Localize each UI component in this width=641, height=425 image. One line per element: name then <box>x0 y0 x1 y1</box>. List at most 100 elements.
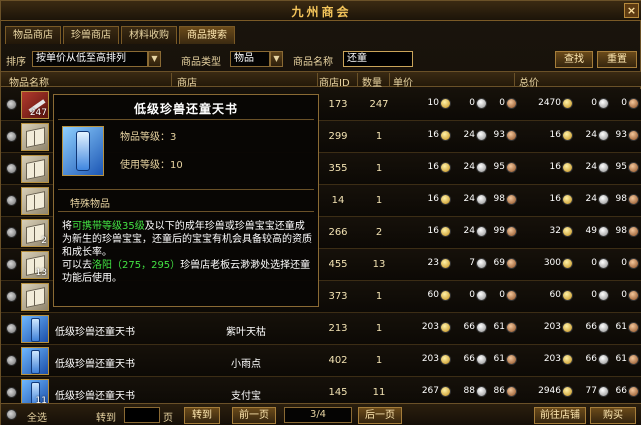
title-bar[interactable]: 九州商会 × <box>1 1 641 21</box>
shop-id: 14 <box>331 195 345 206</box>
price-value: 98 <box>615 194 627 204</box>
next-page-button[interactable]: 后一页 <box>358 407 402 424</box>
total-price: 16 24 93 <box>517 130 639 142</box>
table-row[interactable]: 低级珍兽还童天书 小雨点 402 1 203 66 61 203 66 61 <box>1 345 641 377</box>
table-row[interactable]: 低级珍兽还童天书 紫叶天枯 213 1 203 66 61 203 66 61 <box>1 313 641 345</box>
price-value: 16 <box>427 226 439 236</box>
copper-coin-icon <box>506 290 517 301</box>
price-value: 61 <box>493 322 505 332</box>
tooltip-title: 低级珍兽还童天书 <box>133 102 238 116</box>
gold-coin-icon <box>440 98 451 109</box>
copper-coin-icon <box>506 322 517 333</box>
market-window: 九州商会 × 物品商店 珍兽商店 材料收购 商品搜索 排序 按单价从低至高排列 … <box>0 0 641 425</box>
row-select-radio[interactable] <box>6 291 17 302</box>
total-price: 2470 0 0 <box>517 98 639 110</box>
copper-coin-icon <box>628 226 639 237</box>
total-price: 300 0 0 <box>517 258 639 270</box>
row-select-radio[interactable] <box>6 131 17 142</box>
item-icon[interactable]: 247 <box>21 91 49 119</box>
tooltip-item-level: 物品等级：3 <box>120 132 177 143</box>
gold-coin-icon <box>440 194 451 205</box>
row-select-radio[interactable] <box>6 163 17 174</box>
item-count: 1 <box>375 355 383 366</box>
price-value: 16 <box>549 130 561 140</box>
row-select-radio[interactable] <box>6 227 17 238</box>
sort-select[interactable]: 按单价从低至高排列 <box>32 51 148 67</box>
tab-material-buy[interactable]: 材料收购 <box>121 26 177 44</box>
skillbook-icon[interactable] <box>21 347 49 375</box>
book-icon[interactable] <box>21 187 49 215</box>
type-label: 商品类型 <box>181 57 221 68</box>
unit-price: 16 24 95 <box>395 162 517 174</box>
price-value: 7 <box>469 258 475 268</box>
row-select-radio[interactable] <box>6 323 17 334</box>
gold-coin-icon <box>562 258 573 269</box>
gold-coin-icon <box>440 130 451 141</box>
tooltip-description: 将可携带等级35级及以下的成年珍兽或珍兽宝宝还童成为新生的珍兽宝宝，还童后的宝宝… <box>62 220 314 285</box>
skillbook-icon[interactable] <box>21 315 49 343</box>
book-icon[interactable] <box>21 283 49 311</box>
row-select-radio[interactable] <box>6 195 17 206</box>
price-value: 0 <box>591 258 597 268</box>
search-button[interactable]: 查找 <box>555 51 593 68</box>
buy-button[interactable]: 购买 <box>590 407 636 424</box>
price-value: 86 <box>493 386 505 396</box>
price-value: 16 <box>549 162 561 172</box>
item-count: 2 <box>375 227 383 238</box>
col-item-name: 物品名称 <box>9 78 49 89</box>
price-value: 61 <box>615 322 627 332</box>
copper-coin-icon <box>506 130 517 141</box>
book-icon[interactable]: 13 <box>21 251 49 279</box>
price-value: 88 <box>463 386 475 396</box>
unit-price: 203 66 61 <box>395 354 517 366</box>
item-name: 低级珍兽还童天书 <box>55 391 135 402</box>
copper-coin-icon <box>506 226 517 237</box>
goto-button[interactable]: 转到 <box>184 407 220 424</box>
copper-coin-icon <box>506 194 517 205</box>
price-value: 95 <box>615 162 627 172</box>
unit-price: 267 88 86 <box>395 386 517 398</box>
total-price: 16 24 95 <box>517 162 639 174</box>
tab-goods-search[interactable]: 商品搜索 <box>179 26 235 44</box>
reset-button[interactable]: 重置 <box>597 51 637 68</box>
sort-dropdown-arrow-icon[interactable]: ▼ <box>148 51 161 67</box>
item-count: 13 <box>372 259 386 270</box>
desc-text: 可以去 <box>62 260 92 271</box>
price-value: 77 <box>585 386 597 396</box>
price-value: 0 <box>469 98 475 108</box>
type-select[interactable]: 物品 <box>230 51 270 67</box>
desc-text: 将 <box>62 221 72 232</box>
row-select-radio[interactable] <box>6 355 17 366</box>
tooltip-use-level: 使用等级：10 <box>120 160 183 171</box>
book-icon[interactable]: 2 <box>21 219 49 247</box>
total-price: 2946 77 66 <box>517 386 639 398</box>
price-value: 66 <box>585 322 597 332</box>
book-icon[interactable] <box>21 155 49 183</box>
go-to-shop-button[interactable]: 前往店铺 <box>534 407 586 424</box>
close-button[interactable]: × <box>624 3 639 18</box>
row-select-radio[interactable] <box>6 259 17 270</box>
tab-pet-shop[interactable]: 珍兽商店 <box>63 26 119 44</box>
gold-coin-icon <box>440 354 451 365</box>
type-dropdown-arrow-icon[interactable]: ▼ <box>270 51 283 67</box>
name-input[interactable]: 还童 <box>343 51 413 67</box>
row-select-radio[interactable] <box>6 99 17 110</box>
price-value: 66 <box>585 354 597 364</box>
gold-coin-icon <box>562 162 573 173</box>
page-number-input[interactable] <box>124 407 160 423</box>
tab-item-shop[interactable]: 物品商店 <box>5 26 61 44</box>
shop-id: 145 <box>328 387 348 398</box>
col-divider <box>171 73 172 86</box>
copper-coin-icon <box>506 354 517 365</box>
stack-count-badge: 13 <box>35 268 47 278</box>
gold-coin-icon <box>562 354 573 365</box>
sort-label: 排序 <box>6 57 26 68</box>
price-value: 203 <box>421 354 439 364</box>
select-all-radio[interactable] <box>6 409 17 420</box>
price-value: 93 <box>493 130 505 140</box>
book-icon[interactable] <box>21 123 49 151</box>
price-value: 24 <box>585 162 597 172</box>
prev-page-button[interactable]: 前一页 <box>232 407 276 424</box>
row-select-radio[interactable] <box>6 387 17 398</box>
page-suffix: 页 <box>163 413 173 424</box>
